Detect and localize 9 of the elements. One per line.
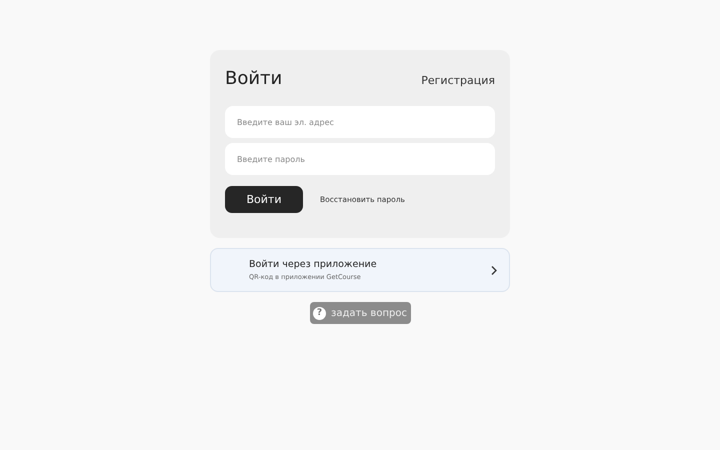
register-link[interactable]: Регистрация [421,74,495,87]
question-bubble-icon: ? [313,306,326,320]
email-field[interactable]: Введите ваш эл. адрес [225,106,495,138]
login-title: Войти [225,68,282,89]
login-button[interactable]: Войти [225,186,303,213]
password-field[interactable]: Введите пароль [225,143,495,175]
chevron-right-icon [491,266,497,274]
app-login-title: Войти через приложение [249,259,377,270]
ask-question-button[interactable]: ? задать вопрос [310,302,410,324]
